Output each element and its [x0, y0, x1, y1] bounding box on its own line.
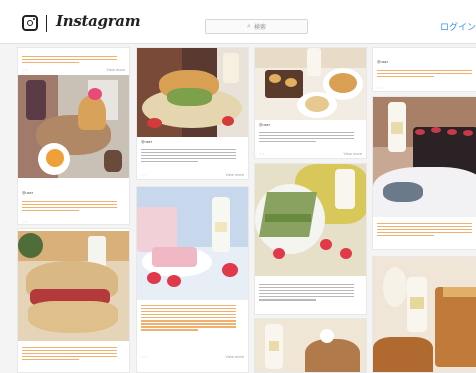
post-meta: ♡ ◦ [22, 68, 28, 72]
caption-line [259, 134, 354, 137]
caption-line [141, 316, 236, 319]
view-more-link[interactable]: View more [226, 355, 244, 359]
view-more-link[interactable]: View more [344, 152, 362, 156]
post-meta: ♡ ◦ [141, 173, 147, 177]
instagram-logo-wordmark[interactable]: Instagram [56, 12, 141, 30]
caption-line [377, 75, 434, 78]
view-more-link[interactable]: View more [107, 68, 125, 72]
post-card[interactable] [372, 256, 476, 373]
view-more-link[interactable]: View more [226, 173, 244, 177]
caption-line [141, 310, 236, 313]
caption-line [22, 203, 117, 206]
caption-line [259, 295, 354, 298]
post-meta: ♡ ◦ [377, 86, 383, 90]
caption-line [22, 200, 117, 203]
post-caption [22, 199, 125, 219]
post-user: @user [22, 191, 34, 195]
post-caption [259, 130, 362, 150]
post-card[interactable]: ♡ ◦ View more [136, 186, 249, 373]
post-card[interactable] [372, 96, 476, 250]
caption-line [377, 234, 434, 237]
caption-line [22, 209, 79, 212]
caption-line [22, 358, 79, 361]
caption-line [22, 349, 117, 352]
post-user: @user [377, 60, 389, 64]
post-meta: ♡ ◦ [259, 152, 265, 156]
post-photo[interactable] [137, 187, 248, 300]
post-card[interactable] [17, 228, 130, 373]
caption-line [377, 222, 472, 225]
top-navigation-bar: Instagram ⌕ 検索 ログイン [0, 0, 476, 44]
post-card[interactable]: @user ♡ ◦ View more [136, 47, 249, 180]
caption-line [141, 154, 236, 157]
caption-line [141, 319, 236, 322]
caption-line [22, 352, 117, 355]
caption-line [259, 298, 316, 301]
post-photo[interactable] [137, 48, 248, 137]
caption-line [22, 55, 117, 58]
post-photo[interactable] [18, 75, 129, 178]
caption-line [259, 131, 354, 134]
caption-line [141, 329, 198, 331]
caption-line [141, 157, 236, 160]
search-input[interactable]: ⌕ 検索 [205, 19, 308, 34]
post-user: @user [141, 140, 153, 144]
caption-line [141, 326, 236, 328]
post-caption [377, 68, 476, 84]
caption-line [377, 72, 472, 75]
logo-divider [46, 15, 47, 32]
caption-line [259, 283, 354, 286]
post-card[interactable]: @user ♡ ◦ View more [254, 47, 367, 159]
caption-line [22, 355, 117, 358]
post-caption [141, 303, 244, 348]
instagram-camera-icon[interactable] [22, 15, 38, 31]
post-caption [22, 345, 125, 369]
post-card[interactable]: ♡ ◦ View more @user ♡ ◦ [17, 47, 130, 225]
post-meta: ♡ ◦ [141, 355, 147, 359]
caption-line [141, 313, 236, 316]
caption-line [259, 289, 354, 292]
caption-line [259, 292, 354, 295]
caption-line [141, 151, 236, 154]
caption-line [377, 231, 472, 234]
post-photo[interactable] [255, 164, 366, 276]
login-link[interactable]: ログイン [440, 20, 476, 33]
post-user: @user [259, 123, 271, 127]
post-meta: ♡ ◦ [22, 220, 28, 224]
post-card[interactable] [254, 318, 367, 373]
caption-line [259, 137, 354, 140]
post-photo[interactable] [373, 97, 476, 217]
post-photo[interactable] [18, 231, 129, 341]
post-photo[interactable] [255, 319, 366, 372]
caption-line [141, 148, 236, 151]
caption-line [141, 307, 236, 310]
caption-line [377, 69, 472, 72]
caption-line [22, 61, 79, 64]
search-placeholder: 検索 [253, 24, 266, 31]
caption-line [141, 160, 198, 163]
post-photo[interactable] [373, 257, 476, 372]
caption-line [259, 286, 354, 289]
caption-line [377, 228, 472, 231]
caption-line [22, 346, 117, 349]
post-caption [377, 221, 476, 247]
caption-line [377, 225, 472, 228]
search-icon: ⌕ [247, 22, 251, 30]
caption-line [141, 304, 236, 307]
post-caption [259, 282, 362, 310]
post-card[interactable] [254, 163, 367, 315]
caption-line [141, 323, 236, 325]
post-caption [22, 54, 125, 68]
post-card[interactable]: @user ♡ ◦ [372, 47, 476, 92]
caption-line [259, 140, 316, 143]
post-photo[interactable] [255, 48, 366, 120]
caption-line [22, 206, 117, 209]
caption-line [22, 58, 117, 61]
post-caption [141, 147, 244, 174]
